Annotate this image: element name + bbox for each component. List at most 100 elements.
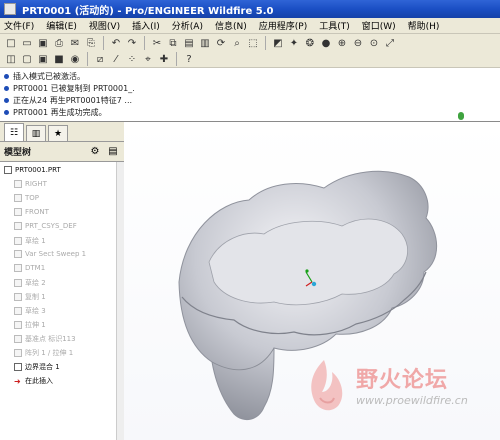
message-area: 插入模式已被激活。 PRT0001 已被复制到 PRT0001_. 正在从24 … [0,68,500,122]
watermark-url: www.proewildfire.cn [356,394,468,407]
message-line: PRT0001 再生成功完成。 [4,107,107,118]
datum-plane-icon[interactable]: ⧄ [93,52,107,66]
copy-icon[interactable]: ⧉ [166,36,180,50]
message-line: 插入模式已被激活。 [4,71,85,82]
reorient-icon[interactable]: ⤢ [383,36,397,50]
tree-item[interactable]: 基准点 标识113 [14,334,76,344]
tree-item[interactable]: 阵列 1 / 拉伸 1 [14,348,73,358]
select-box-icon[interactable]: ⬚ [246,36,260,50]
folder-browser-tab[interactable]: ▥ [26,125,46,141]
menu-analysis[interactable]: 分析(A) [172,19,209,32]
view-manager-icon[interactable]: ◉ [68,52,82,66]
tree-item[interactable]: FRONT [14,208,49,216]
feature-icon [14,307,22,315]
menu-applications[interactable]: 应用程序(P) [259,19,313,32]
email-icon[interactable]: ✉ [68,36,82,50]
tree-item-label: 阵列 1 / 拉伸 1 [25,349,74,357]
new-icon[interactable]: □ [4,36,18,50]
tree-item[interactable]: ➜ 在此插入 [14,376,53,386]
window-titlebar: PRT0001 (活动的) - Pro/ENGINEER Wildfire 5.… [0,0,500,18]
datum-point-icon[interactable]: ⁘ [125,52,139,66]
tree-item[interactable]: Var Sect Sweep 1 [14,250,86,258]
orient-mode-icon[interactable]: ❂ [303,36,317,50]
navigator-tabs: ☷ ▥ ★ [0,122,124,142]
graphics-window[interactable]: 野火论坛 www.proewildfire.cn [124,122,500,440]
cut-icon[interactable]: ✂ [150,36,164,50]
model-tree-tab[interactable]: ☷ [4,123,24,141]
favorites-tab[interactable]: ★ [48,125,68,141]
print-icon[interactable]: ⎙ [52,36,66,50]
display-style-icon[interactable]: ● [319,36,333,50]
tree-item[interactable]: RIGHT [14,180,47,188]
tree-settings-icon[interactable]: ⚙ [88,145,102,159]
annotation-icon[interactable]: ✚ [157,52,171,66]
feature-icon [14,180,22,188]
feature-icon [14,250,22,258]
tree-item[interactable]: 草绘 1 [14,236,46,246]
repaint-icon[interactable]: ◩ [271,36,285,50]
undo-icon[interactable]: ↶ [109,36,123,50]
tree-item-label: 草绘 2 [25,279,46,287]
tree-item-label: 拉伸 1 [25,321,46,329]
shaded-icon[interactable]: ■ [52,52,66,66]
zoom-in-icon[interactable]: ⊕ [335,36,349,50]
tree-item[interactable]: 草绘 2 [14,278,46,288]
info-icon [4,110,9,115]
info-icon [4,98,9,103]
zoom-out-icon[interactable]: ⊖ [351,36,365,50]
datum-axis-icon[interactable]: ⁄ [109,52,123,66]
paste-special-icon[interactable]: ▥ [198,36,212,50]
find-icon[interactable]: ⌕ [230,36,244,50]
window-title: PRT0001 (活动的) - Pro/ENGINEER Wildfire 5.… [22,5,274,17]
save-icon[interactable]: ▣ [36,36,50,50]
regenerate-icon[interactable]: ⟳ [214,36,228,50]
tree-item[interactable]: 拉伸 1 [14,320,46,330]
feature-icon [14,335,22,343]
no-hidden-icon[interactable]: ▣ [36,52,50,66]
feature-icon [14,194,22,202]
spin-center-icon[interactable]: ✦ [287,36,301,50]
open-icon[interactable]: ▭ [20,36,34,50]
hidden-line-icon[interactable]: ▢ [20,52,34,66]
tree-item[interactable]: PRT0001.PRT [4,166,61,174]
tree-item-label: RIGHT [25,180,47,188]
tree-item[interactable]: DTM1 [14,264,45,272]
tree-show-icon[interactable]: ▤ [106,145,120,159]
csys-point [305,269,309,273]
separator [103,36,104,50]
tree-item[interactable]: 复制 1 [14,292,46,302]
tree-item-label: 在此插入 [25,377,53,385]
tree-item[interactable]: 边界混合 1 [14,362,60,372]
menu-file[interactable]: 文件(F) [4,19,40,32]
feature-icon [14,293,22,301]
model-tree: PRT0001.PRT RIGHT TOP FRONT PRT_CSYS_DEF 草绘 1… [0,162,116,440]
menubar: 文件(F) 编辑(E) 视图(V) 插入(I) 分析(A) 信息(N) 应用程序… [0,18,500,34]
menu-help[interactable]: 帮助(H) [408,19,446,32]
tree-item[interactable]: PRT_CSYS_DEF [14,222,77,230]
context-help-icon[interactable]: ? [182,52,196,66]
coordinate-system-icon[interactable]: ⌖ [141,52,155,66]
attach-icon[interactable]: ⎘ [84,36,98,50]
refit-icon[interactable]: ⊙ [367,36,381,50]
navigator-panel: ☷ ▥ ★ 模型树 ⚙ ▤ PRT0001.PRT RIGHT TOP FRONT PR… [0,122,124,440]
redo-icon[interactable]: ↷ [125,36,139,50]
tree-item-label: 草绘 1 [25,237,46,245]
menu-info[interactable]: 信息(N) [215,19,253,32]
toolbar-row-2: ◫ ▢ ▣ ■ ◉ ⧄ ⁄ ⁘ ⌖ ✚ ? [4,51,196,67]
feature-icon [14,349,22,357]
message-line: PRT0001 已被复制到 PRT0001_. [4,83,135,94]
tree-scrollbar[interactable] [116,162,124,440]
menu-view[interactable]: 视图(V) [89,19,126,32]
tree-item[interactable]: 草绘 3 [14,306,46,316]
app-icon [4,3,16,15]
paste-icon[interactable]: ▤ [182,36,196,50]
watermark: 野火论坛 www.proewildfire.cn [294,356,494,426]
menu-tools[interactable]: 工具(T) [319,19,356,32]
menu-window[interactable]: 窗口(W) [362,19,402,32]
tree-item[interactable]: TOP [14,194,39,202]
separator [144,36,145,50]
feature-icon [14,279,22,287]
menu-edit[interactable]: 编辑(E) [46,19,83,32]
menu-insert[interactable]: 插入(I) [132,19,166,32]
shading-icon[interactable]: ◫ [4,52,18,66]
